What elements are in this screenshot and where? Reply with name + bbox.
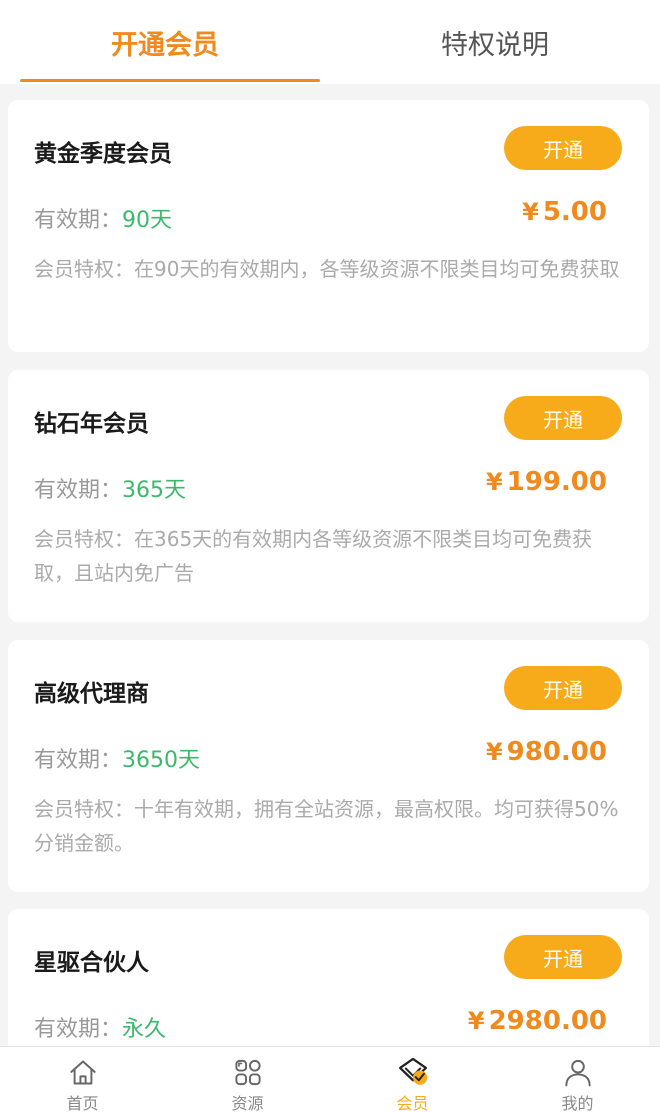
validity-value: 365天 [122, 478, 187, 503]
nav-label: 会员 [396, 1094, 429, 1113]
price-value: 980.00 [506, 737, 607, 767]
validity-label: 有效期： [34, 1017, 123, 1042]
plan-price: ¥2980.00 [468, 1006, 607, 1036]
plan-validity: 有效期：3650天 [34, 742, 200, 774]
open-plan-button[interactable]: 开通 [504, 666, 622, 710]
validity-value: 3650天 [122, 748, 201, 773]
plan-price: ¥5.00 [522, 197, 607, 227]
vip-diamond-icon [398, 1057, 427, 1085]
validity-label: 有效期： [34, 208, 123, 233]
plan-title: 黄金季度会员 [34, 141, 172, 167]
validity-value: 永久 [122, 1017, 167, 1042]
membership-page: 开通会员 特权说明 黄金季度会员 开通 有效期：90天 ¥5.00 会员特权：在… [0, 0, 660, 1113]
currency-symbol: ¥ [485, 468, 503, 496]
tab-bar: 开通会员 特权说明 [0, 0, 660, 84]
validity-label: 有效期： [34, 478, 123, 503]
nav-label: 资源 [231, 1094, 264, 1113]
plan-description: 会员特权：在365天的有效期内各等级资源不限类目均可免费获取，且站内免广告 [34, 527, 593, 585]
validity-label: 有效期： [34, 748, 123, 773]
user-icon [564, 1059, 591, 1087]
open-plan-button[interactable]: 开通 [504, 396, 622, 440]
tab-label: 开通会员 [111, 29, 219, 61]
tab-open-membership[interactable]: 开通会员 [0, 0, 330, 84]
open-plan-button[interactable]: 开通 [504, 935, 622, 979]
plan-title: 钻石年会员 [34, 411, 149, 437]
plan-price: ¥980.00 [486, 737, 607, 767]
currency-symbol: ¥ [467, 1007, 485, 1035]
nav-item-membership[interactable]: 会员 [330, 1047, 495, 1113]
home-icon [69, 1060, 96, 1085]
plan-card: 黄金季度会员 开通 有效期：90天 ¥5.00 会员特权：在90天的有效期内，各… [8, 100, 649, 352]
plan-validity: 有效期：90天 [34, 202, 172, 234]
plan-validity: 有效期：永久 [34, 1011, 166, 1043]
plan-price: ¥199.00 [486, 467, 607, 497]
validity-value: 90天 [122, 208, 173, 233]
nav-label: 首页 [66, 1094, 99, 1113]
nav-item-resources[interactable]: 资源 [165, 1047, 330, 1113]
open-plan-button[interactable]: 开通 [504, 126, 622, 170]
currency-symbol: ¥ [522, 198, 539, 226]
price-value: 5.00 [542, 197, 607, 227]
plan-description: 会员特权：十年有效期，拥有全站资源，最高权限。均可获得50%分销金额。 [34, 797, 619, 855]
price-value: 199.00 [506, 467, 607, 497]
tab-label: 特权说明 [441, 29, 549, 61]
plan-card: 钻石年会员 开通 有效期：365天 ¥199.00 会员特权：在365天的有效期… [8, 370, 649, 622]
price-value: 2980.00 [488, 1006, 607, 1036]
nav-label: 我的 [561, 1094, 594, 1113]
tab-privilege-info[interactable]: 特权说明 [330, 0, 660, 84]
plan-title: 星驱合伙人 [34, 950, 149, 976]
plan-description: 会员特权：在90天的有效期内，各等级资源不限类目均可免费获取 [34, 257, 620, 281]
plan-validity: 有效期：365天 [34, 472, 186, 504]
nav-item-home[interactable]: 首页 [0, 1047, 165, 1113]
plan-card: 高级代理商 开通 有效期：3650天 ¥980.00 会员特权：十年有效期，拥有… [8, 640, 649, 892]
currency-symbol: ¥ [485, 738, 503, 766]
grid-icon [234, 1059, 261, 1086]
nav-item-mine[interactable]: 我的 [495, 1047, 660, 1113]
bottom-nav: 首页 资源 会员 我的 [0, 1046, 660, 1113]
plan-title: 高级代理商 [34, 681, 149, 707]
